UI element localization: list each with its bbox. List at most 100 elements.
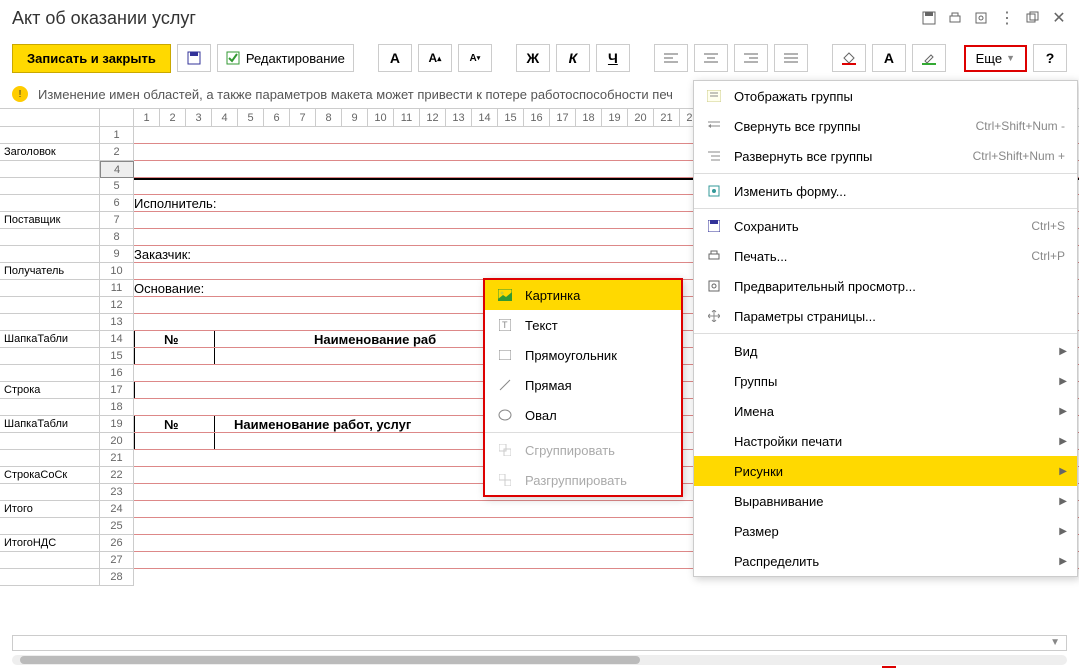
- chevron-right-icon: ▶: [1059, 406, 1067, 417]
- menu-label: Сгруппировать: [525, 443, 615, 458]
- menu-label: Отображать группы: [734, 89, 853, 104]
- menu-item-groups[interactable]: Группы ▶: [694, 366, 1077, 396]
- form-icon: [706, 183, 722, 199]
- font-size-med-button[interactable]: A▴: [418, 44, 452, 72]
- menu-item-print[interactable]: Печать... Ctrl+P: [694, 241, 1077, 271]
- menu-item-distribute[interactable]: Распределить ▶: [694, 546, 1077, 576]
- menu-item-drawings[interactable]: Рисунки ▶: [694, 456, 1077, 486]
- grid-corner: [0, 109, 100, 126]
- menu-item-ungroup: Разгруппировать: [485, 465, 681, 495]
- menu-item-size[interactable]: Размер ▶: [694, 516, 1077, 546]
- italic-button[interactable]: К: [556, 44, 590, 72]
- more-vertical-icon[interactable]: ⋮: [999, 10, 1015, 26]
- menu-label: Сохранить: [734, 219, 799, 234]
- text-icon: T: [497, 317, 513, 333]
- underline-button[interactable]: Ч: [596, 44, 630, 72]
- preview-icon[interactable]: [973, 10, 989, 26]
- footer-dropdown[interactable]: ▼: [12, 635, 1067, 651]
- menu-item-view[interactable]: Вид ▶: [694, 336, 1077, 366]
- menu-label: Прямоугольник: [525, 348, 617, 363]
- more-menu: Отображать группы Свернуть все группы Ct…: [693, 80, 1078, 577]
- menu-item-rectangle[interactable]: Прямоугольник: [485, 340, 681, 370]
- shortcut: Ctrl+S: [1031, 219, 1065, 233]
- horizontal-scrollbar[interactable]: [12, 655, 1067, 665]
- menu-label: Разгруппировать: [525, 473, 627, 488]
- scrollbar-thumb[interactable]: [20, 656, 640, 664]
- chevron-right-icon: ▶: [1059, 436, 1067, 447]
- save-button[interactable]: [177, 44, 211, 72]
- menu-item-print-settings[interactable]: Настройки печати ▶: [694, 426, 1077, 456]
- menu-label: Свернуть все группы: [734, 119, 860, 134]
- fill-color-button[interactable]: [832, 44, 866, 72]
- menu-item-preview[interactable]: Предварительный просмотр...: [694, 271, 1077, 301]
- more-button[interactable]: Еще▼: [964, 45, 1027, 72]
- group-icon: [497, 442, 513, 458]
- font-size-large-button[interactable]: A: [378, 44, 412, 72]
- menu-item-names[interactable]: Имена ▶: [694, 396, 1077, 426]
- groups-icon: [706, 88, 722, 104]
- menu-label: Выравнивание: [734, 494, 823, 509]
- menu-item-change-form[interactable]: Изменить форму...: [694, 176, 1077, 206]
- chevron-right-icon: ▶: [1059, 526, 1067, 537]
- menu-label: Параметры страницы...: [734, 309, 876, 324]
- menu-label: Картинка: [525, 288, 580, 303]
- edit-button[interactable]: Редактирование: [217, 44, 354, 72]
- expand-icon: [706, 148, 722, 164]
- print-icon[interactable]: [947, 10, 963, 26]
- menu-item-oval[interactable]: Овал: [485, 400, 681, 430]
- bold-button[interactable]: Ж: [516, 44, 550, 72]
- picture-icon: [497, 287, 513, 303]
- menu-item-collapse-all[interactable]: Свернуть все группы Ctrl+Shift+Num -: [694, 111, 1077, 141]
- chevron-right-icon: ▶: [1059, 376, 1067, 387]
- align-justify-button[interactable]: [774, 44, 808, 72]
- text-color-button[interactable]: A: [872, 44, 906, 72]
- page-params-icon: [706, 308, 722, 324]
- menu-item-page-params[interactable]: Параметры страницы...: [694, 301, 1077, 331]
- close-icon[interactable]: ✕: [1051, 10, 1067, 26]
- warning-text: Изменение имен областей, а также парамет…: [38, 87, 673, 102]
- chevron-right-icon: ▶: [1059, 466, 1067, 477]
- menu-label: Изменить форму...: [734, 184, 847, 199]
- menu-label: Имена: [734, 404, 774, 419]
- save-icon[interactable]: [921, 10, 937, 26]
- window-icon[interactable]: [1025, 10, 1041, 26]
- more-label: Еще: [976, 51, 1002, 66]
- highlight-button[interactable]: [912, 44, 946, 72]
- ungroup-icon: [497, 472, 513, 488]
- menu-label: Распределить: [734, 554, 819, 569]
- line-icon: [497, 377, 513, 393]
- menu-item-alignment[interactable]: Выравнивание ▶: [694, 486, 1077, 516]
- chevron-right-icon: ▶: [1059, 496, 1067, 507]
- menu-item-save[interactable]: Сохранить Ctrl+S: [694, 211, 1077, 241]
- row-labels: ЗаголовокПоставщикПолучательШапкаТаблиСт…: [0, 127, 100, 586]
- save-close-button[interactable]: Записать и закрыть: [12, 44, 171, 73]
- chevron-right-icon: ▶: [1059, 556, 1067, 567]
- align-left-button[interactable]: [654, 44, 688, 72]
- align-center-button[interactable]: [694, 44, 728, 72]
- font-size-small-button[interactable]: A▾: [458, 44, 492, 72]
- save-icon: [706, 218, 722, 234]
- menu-label: Рисунки: [734, 464, 783, 479]
- menu-item-text[interactable]: T Текст: [485, 310, 681, 340]
- shortcut: Ctrl+Shift+Num +: [973, 149, 1065, 163]
- oval-icon: [497, 407, 513, 423]
- chevron-down-icon: ▼: [1050, 637, 1060, 648]
- menu-item-picture[interactable]: Картинка: [485, 280, 681, 310]
- menu-item-show-groups[interactable]: Отображать группы: [694, 81, 1077, 111]
- help-button[interactable]: ?: [1033, 44, 1067, 72]
- print-icon: [706, 248, 722, 264]
- row-numbers: 1245678910111213141516171819202122232425…: [100, 127, 134, 586]
- page-title: Акт об оказании услуг: [12, 8, 921, 29]
- align-right-button[interactable]: [734, 44, 768, 72]
- drawings-submenu: Картинка T Текст Прямоугольник Прямая Ов…: [483, 278, 683, 497]
- menu-label: Овал: [525, 408, 557, 423]
- menu-label: Настройки печати: [734, 434, 842, 449]
- menu-label: Предварительный просмотр...: [734, 279, 916, 294]
- menu-label: Размер: [734, 524, 779, 539]
- column-headers: 12345678910111213141516171819202122: [134, 109, 706, 126]
- menu-label: Вид: [734, 344, 758, 359]
- menu-item-line[interactable]: Прямая: [485, 370, 681, 400]
- shortcut: Ctrl+P: [1031, 249, 1065, 263]
- menu-item-expand-all[interactable]: Развернуть все группы Ctrl+Shift+Num +: [694, 141, 1077, 171]
- collapse-icon: [706, 118, 722, 134]
